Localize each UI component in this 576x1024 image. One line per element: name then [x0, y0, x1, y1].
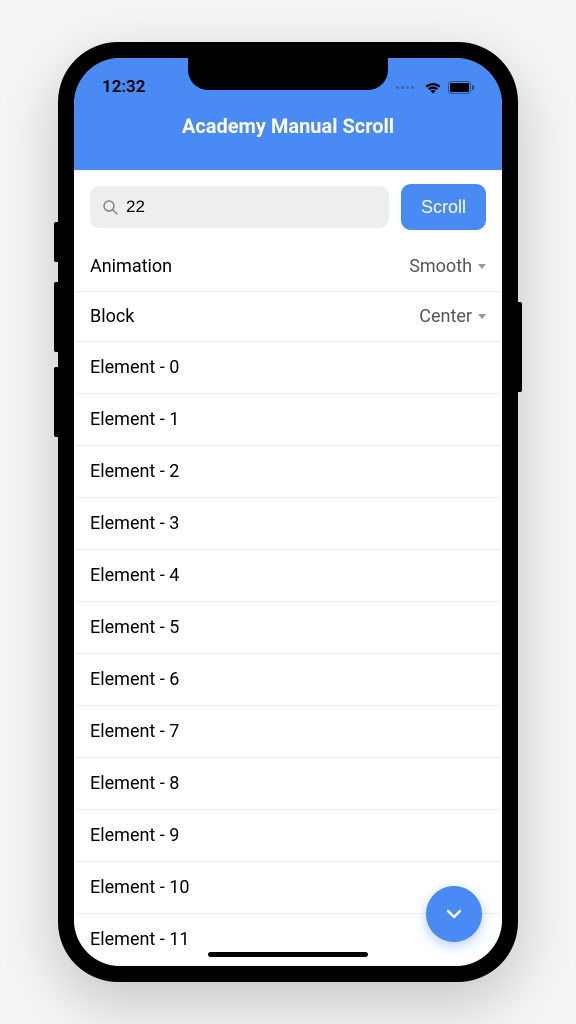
status-time: 12:32 — [102, 77, 145, 97]
battery-icon — [448, 81, 474, 94]
search-box[interactable] — [90, 186, 389, 228]
list-item[interactable]: Element - 0 — [74, 342, 502, 394]
phone-frame: 12:32 Academy Manual Scroll Scroll — [58, 42, 518, 982]
chevron-down-icon — [478, 264, 486, 269]
option-block-select[interactable]: Center — [419, 306, 486, 327]
option-animation-row: Animation Smooth — [74, 242, 502, 292]
chevron-down-icon — [478, 314, 486, 319]
page-title: Academy Manual Scroll — [182, 114, 394, 138]
option-animation-label: Animation — [90, 256, 172, 277]
search-row: Scroll — [74, 170, 502, 242]
option-block-row: Block Center — [74, 292, 502, 342]
scroll-down-fab[interactable] — [426, 886, 482, 942]
list-item[interactable]: Element - 3 — [74, 498, 502, 550]
option-block-value: Center — [419, 306, 472, 327]
list-item[interactable]: Element - 2 — [74, 446, 502, 498]
list-item[interactable]: Element - 8 — [74, 758, 502, 810]
volume-up-button — [54, 282, 58, 352]
list-item[interactable]: Element - 4 — [74, 550, 502, 602]
scroll-button[interactable]: Scroll — [401, 184, 486, 230]
wifi-icon — [424, 81, 442, 94]
search-icon — [102, 199, 118, 215]
notch — [188, 58, 388, 90]
chevron-down-icon — [443, 903, 465, 925]
cellular-icon — [396, 86, 414, 89]
option-animation-select[interactable]: Smooth — [409, 256, 486, 277]
search-input[interactable] — [126, 197, 377, 217]
home-indicator[interactable] — [208, 952, 368, 957]
volume-down-button — [54, 367, 58, 437]
screen: 12:32 Academy Manual Scroll Scroll — [74, 58, 502, 966]
status-right — [396, 81, 474, 94]
option-block-label: Block — [90, 306, 134, 327]
app-header: Academy Manual Scroll — [74, 106, 502, 170]
list-item[interactable]: Element - 6 — [74, 654, 502, 706]
power-button — [518, 302, 522, 392]
list-item[interactable]: Element - 7 — [74, 706, 502, 758]
list-item[interactable]: Element - 5 — [74, 602, 502, 654]
list-item[interactable]: Element - 9 — [74, 810, 502, 862]
content-area[interactable]: Scroll Animation Smooth Block Center Ele… — [74, 170, 502, 966]
option-animation-value: Smooth — [409, 256, 472, 277]
list-item[interactable]: Element - 1 — [74, 394, 502, 446]
